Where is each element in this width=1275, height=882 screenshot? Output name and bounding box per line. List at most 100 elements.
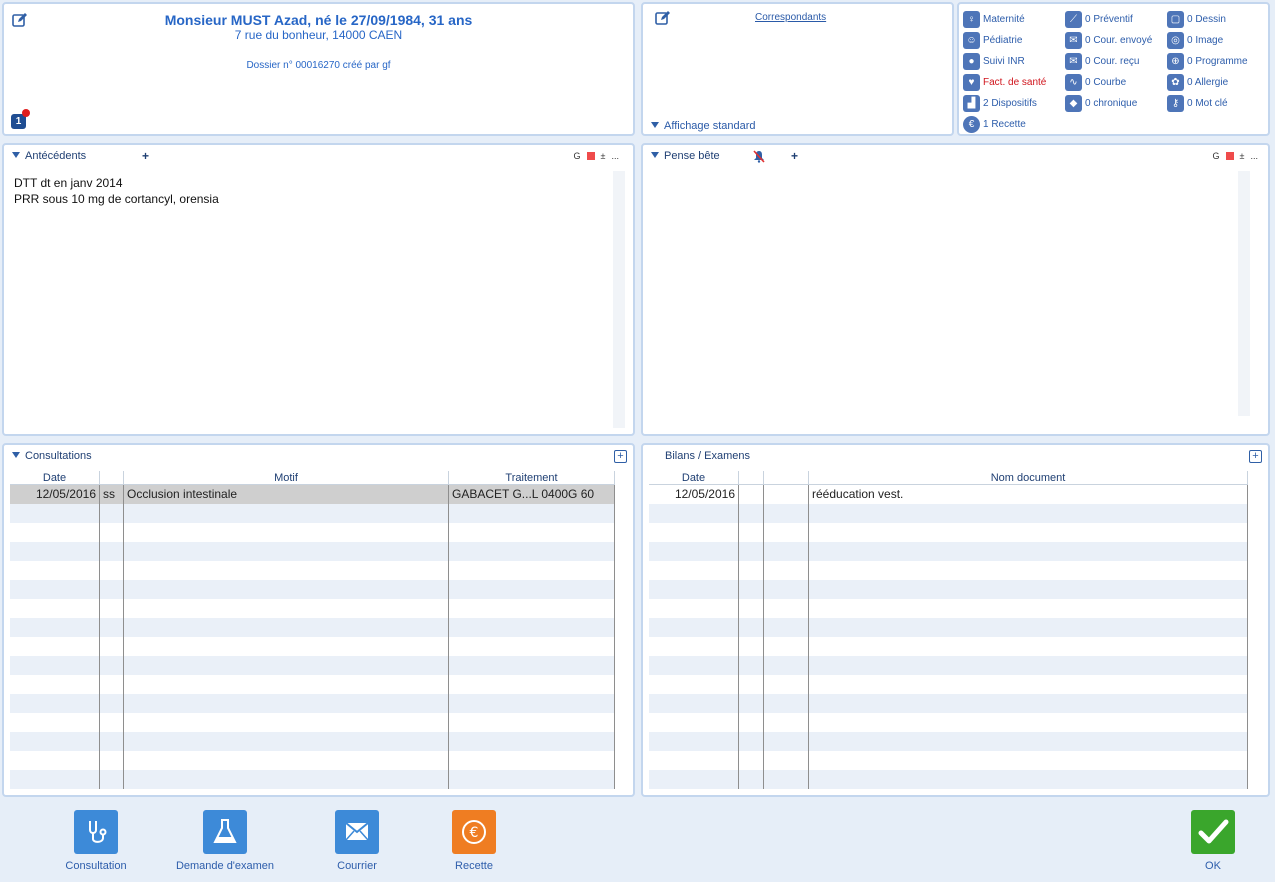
notification-badge[interactable]: 1 xyxy=(11,109,30,130)
shortcut-fact-sante[interactable]: ♥ Fact. de santé xyxy=(963,73,1046,91)
column-header-blank[interactable] xyxy=(739,471,764,484)
table-row[interactable] xyxy=(10,542,615,561)
demande-examen-button[interactable]: Demande d'examen xyxy=(165,810,285,872)
shortcut-maternite[interactable]: ♀ Maternité xyxy=(963,10,1025,28)
ok-button[interactable]: OK xyxy=(1153,810,1273,872)
table-row[interactable] xyxy=(649,751,1248,770)
table-row[interactable] xyxy=(10,504,615,523)
table-row[interactable] xyxy=(649,504,1248,523)
pill-icon: ◆ xyxy=(1065,94,1082,112)
pense-bete-toggle[interactable]: Pense bête xyxy=(651,150,720,162)
patient-name: Monsieur MUST Azad, né le 27/09/1984, 31… xyxy=(164,12,473,28)
consultations-toggle[interactable]: Consultations xyxy=(12,450,92,462)
table-row[interactable] xyxy=(649,694,1248,713)
add-antecedent-button[interactable]: + xyxy=(142,149,149,163)
tool-plusminus-button[interactable]: ± xyxy=(1240,151,1245,161)
shortcut-image[interactable]: ◎ 0 Image xyxy=(1167,31,1223,49)
consultations-table: Date Motif Traitement 12/05/2016 ss Occl… xyxy=(10,471,615,789)
column-header-date[interactable]: Date xyxy=(649,471,739,484)
shortcut-label: 1 Recette xyxy=(983,118,1026,130)
tool-plusminus-button[interactable]: ± xyxy=(601,151,606,161)
table-row[interactable]: 12/05/2016 rééducation vest. xyxy=(649,485,1248,504)
add-consultation-button[interactable]: + xyxy=(614,450,627,463)
table-row[interactable] xyxy=(10,732,615,751)
shortcut-dessin[interactable]: ▢ 0 Dessin xyxy=(1167,10,1226,28)
cell-motif: Occlusion intestinale xyxy=(124,485,449,504)
table-row[interactable] xyxy=(10,561,615,580)
pense-bete-scrollbar[interactable] xyxy=(1238,171,1250,416)
table-row[interactable] xyxy=(649,599,1248,618)
color-square-button[interactable] xyxy=(1225,152,1234,160)
tool-more-button[interactable]: ... xyxy=(611,151,619,161)
pense-bete-title: Pense bête xyxy=(664,150,720,162)
antecedents-toggle[interactable]: Antécédents xyxy=(12,150,86,162)
table-row[interactable] xyxy=(10,751,615,770)
camera-icon: ◎ xyxy=(1167,31,1184,49)
shortcut-suivi-inr[interactable]: ● Suivi INR xyxy=(963,52,1025,70)
shortcut-dispositifs[interactable]: ▟ 2 Dispositifs xyxy=(963,94,1037,112)
shortcut-courbe[interactable]: ∿ 0 Courbe xyxy=(1065,73,1126,91)
table-row[interactable] xyxy=(649,561,1248,580)
table-row[interactable] xyxy=(10,675,615,694)
shortcut-recette[interactable]: €1 Recette xyxy=(963,115,1026,133)
affichage-dropdown[interactable]: Affichage standard xyxy=(651,120,756,132)
shortcut-cour-envoye[interactable]: ✉ 0 Cour. envoyé xyxy=(1065,31,1152,49)
table-row[interactable] xyxy=(10,694,615,713)
color-square-button[interactable] xyxy=(586,152,595,160)
edit-icon[interactable] xyxy=(655,10,671,29)
shortcut-chronique[interactable]: ◆ 0 chronique xyxy=(1065,94,1137,112)
add-bilan-button[interactable]: + xyxy=(1249,450,1262,463)
table-row[interactable] xyxy=(10,599,615,618)
table-row[interactable] xyxy=(10,580,615,599)
shortcut-preventif[interactable]: ⟋ 0 Préventif xyxy=(1065,10,1133,28)
table-row[interactable] xyxy=(649,618,1248,637)
table-row[interactable] xyxy=(649,523,1248,542)
column-header-date[interactable]: Date xyxy=(10,471,100,484)
table-row[interactable] xyxy=(649,732,1248,751)
table-row[interactable]: 12/05/2016 ss Occlusion intestinale GABA… xyxy=(10,485,615,504)
pense-bete-text[interactable] xyxy=(649,171,1248,428)
shortcut-label: Fact. de santé xyxy=(983,76,1047,88)
add-note-button[interactable]: + xyxy=(791,149,798,163)
consultation-button[interactable]: Consultation xyxy=(36,810,156,872)
table-row[interactable] xyxy=(649,770,1248,789)
shortcut-cour-recu[interactable]: ✉ 0 Cour. reçu xyxy=(1065,52,1139,70)
column-header-nom-document[interactable]: Nom document xyxy=(809,471,1248,484)
shortcut-programme[interactable]: ⊕ 0 Programme xyxy=(1167,52,1248,70)
tool-g-button[interactable]: G xyxy=(1213,151,1220,161)
table-row[interactable] xyxy=(10,656,615,675)
table-row[interactable] xyxy=(10,770,615,789)
table-row[interactable] xyxy=(10,618,615,637)
antecedents-scrollbar[interactable] xyxy=(613,171,625,428)
tool-g-button[interactable]: G xyxy=(574,151,581,161)
courrier-button[interactable]: Courrier xyxy=(297,810,417,872)
column-header-traitement[interactable]: Traitement xyxy=(449,471,615,484)
correspondants-link[interactable]: Correspondants xyxy=(755,12,826,23)
table-row[interactable] xyxy=(649,713,1248,732)
key-icon: ⚷ xyxy=(1167,94,1184,112)
column-header-blank[interactable] xyxy=(764,471,809,484)
table-row[interactable] xyxy=(649,656,1248,675)
table-row[interactable] xyxy=(10,523,615,542)
table-row[interactable] xyxy=(10,637,615,656)
column-header-motif[interactable]: Motif xyxy=(124,471,449,484)
recette-button[interactable]: € Recette xyxy=(414,810,534,872)
table-row[interactable] xyxy=(649,637,1248,656)
table-row[interactable] xyxy=(649,580,1248,599)
column-header-code[interactable] xyxy=(100,471,124,484)
consultations-title: Consultations xyxy=(25,450,92,462)
shortcut-mot-cle[interactable]: ⚷ 0 Mot clé xyxy=(1167,94,1228,112)
shortcut-label: 0 Programme xyxy=(1187,55,1248,67)
shortcut-label: 0 Mot clé xyxy=(1187,97,1228,109)
drop-icon: ● xyxy=(963,52,980,70)
shortcut-label: 0 Courbe xyxy=(1085,76,1127,88)
shortcut-pediatrie[interactable]: ☺ Pédiatrie xyxy=(963,31,1022,49)
table-row[interactable] xyxy=(10,713,615,732)
antecedents-text[interactable]: DTT dt en janv 2014 PRR sous 10 mg de co… xyxy=(10,171,613,428)
demande-examen-label: Demande d'examen xyxy=(175,860,275,872)
table-row[interactable] xyxy=(649,542,1248,561)
shortcut-allergie[interactable]: ✿ 0 Allergie xyxy=(1167,73,1228,91)
tool-more-button[interactable]: ... xyxy=(1250,151,1258,161)
bell-muted-icon[interactable] xyxy=(753,150,765,166)
table-row[interactable] xyxy=(649,675,1248,694)
